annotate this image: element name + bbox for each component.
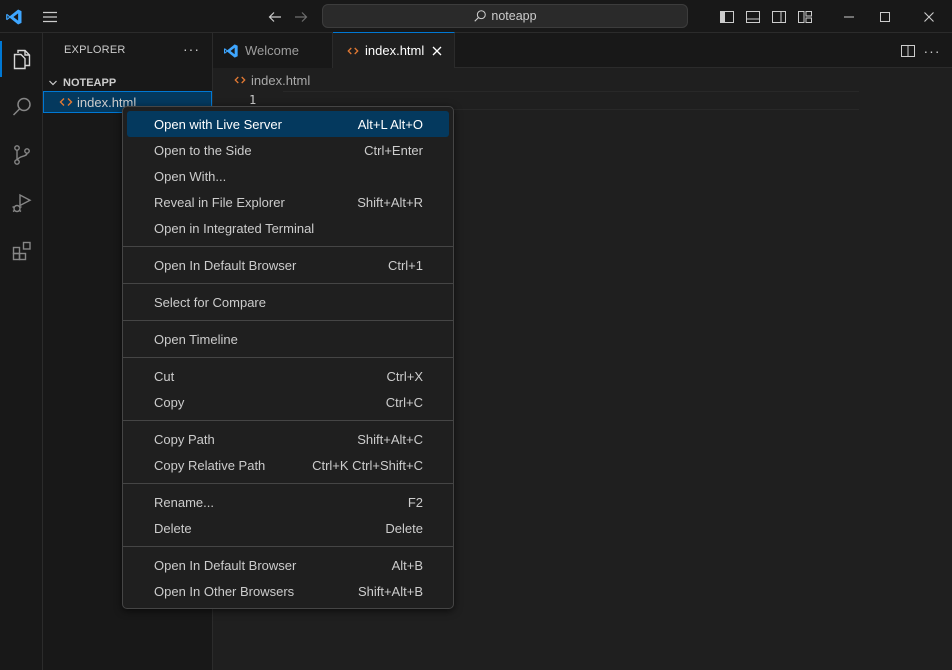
menu-separator	[123, 283, 453, 284]
html-file-icon	[234, 74, 246, 86]
close-tab-icon[interactable]	[431, 45, 443, 57]
vscode-logo-icon	[2, 0, 26, 33]
menu-item-open-timeline[interactable]: Open Timeline	[127, 326, 449, 352]
command-center-search[interactable]: noteapp	[322, 4, 688, 28]
menu-item-label: Reveal in File Explorer	[154, 194, 285, 210]
menu-item-open-to-the-side[interactable]: Open to the Side Ctrl+Enter	[127, 137, 449, 163]
menu-item-shortcut: Alt+B	[391, 557, 423, 573]
menu-item-label: Cut	[154, 368, 175, 384]
explorer-icon[interactable]	[0, 35, 43, 83]
menu-item-copy-relative-path[interactable]: Copy Relative Path Ctrl+K Ctrl+Shift+C	[127, 452, 449, 478]
toggle-primary-sidebar-icon[interactable]	[716, 0, 738, 33]
menu-icon[interactable]	[38, 0, 62, 33]
menu-item-label: Open Timeline	[154, 331, 238, 347]
folder-name: NOTEAPP	[63, 77, 117, 89]
menu-item-label: Open In Other Browsers	[154, 583, 295, 599]
menu-item-label: Open to the Side	[154, 142, 252, 158]
menu-item-open-in-default-browser[interactable]: Open In Default Browser Ctrl+1	[127, 252, 449, 278]
menu-item-label: Open with Live Server	[154, 116, 282, 132]
search-icon	[473, 9, 487, 23]
sidebar-title: EXPLORER	[64, 44, 126, 56]
activity-bar	[0, 33, 43, 670]
menu-item-shortcut: Shift+Alt+C	[357, 431, 423, 447]
menu-item-copy[interactable]: Copy Ctrl+C	[127, 389, 449, 415]
vscode-logo-icon	[223, 43, 239, 59]
menu-item-label: Open In Default Browser	[154, 557, 297, 573]
menu-item-shortcut: Ctrl+X	[386, 368, 423, 384]
close-icon[interactable]	[906, 0, 952, 33]
menu-item-shortcut: Ctrl+C	[385, 394, 423, 410]
menu-item-copy-path[interactable]: Copy Path Shift+Alt+C	[127, 426, 449, 452]
menu-item-label: Delete	[154, 520, 192, 536]
menu-separator	[123, 546, 453, 547]
menu-separator	[123, 483, 453, 484]
menu-item-label: Rename...	[154, 494, 214, 510]
menu-item-open-in-other-browsers[interactable]: Open In Other Browsers Shift+Alt+B	[127, 578, 449, 604]
menu-item-label: Open In Default Browser	[154, 257, 297, 273]
title-bar: noteapp	[0, 0, 952, 33]
split-editor-icon[interactable]	[897, 33, 919, 68]
line-number: 1	[249, 93, 257, 107]
menu-item-open-with-live-server[interactable]: Open with Live Server Alt+L Alt+O	[127, 111, 449, 137]
breadcrumb-file[interactable]: index.html	[251, 73, 310, 88]
run-debug-icon[interactable]	[0, 179, 43, 227]
toggle-secondary-sidebar-icon[interactable]	[768, 0, 790, 33]
tab-label: index.html	[365, 43, 425, 58]
menu-item-label: Open in Integrated Terminal	[154, 220, 315, 236]
chevron-down-icon	[43, 78, 63, 88]
source-control-icon[interactable]	[0, 131, 43, 179]
search-text: noteapp	[491, 9, 537, 23]
menu-item-reveal-in-file-explorer[interactable]: Reveal in File Explorer Shift+Alt+R	[127, 189, 449, 215]
menu-item-shortcut: Delete	[385, 520, 423, 536]
menu-item-rename[interactable]: Rename... F2	[127, 489, 449, 515]
more-actions-icon[interactable]: ···	[921, 33, 943, 68]
customize-layout-icon[interactable]	[794, 0, 816, 33]
breadcrumb: index.html	[213, 69, 952, 91]
html-file-icon	[347, 45, 359, 57]
menu-item-shortcut: Ctrl+1	[387, 257, 423, 273]
menu-separator	[123, 246, 453, 247]
toggle-panel-icon[interactable]	[742, 0, 764, 33]
menu-item-label: Copy	[154, 394, 185, 410]
back-arrow-icon[interactable]	[264, 0, 286, 33]
tab-index-html[interactable]: index.html	[333, 32, 455, 68]
menu-item-shortcut: Shift+Alt+B	[357, 583, 423, 599]
menu-separator	[123, 357, 453, 358]
menu-item-delete[interactable]: Delete Delete	[127, 515, 449, 541]
menu-separator	[123, 420, 453, 421]
menu-separator	[123, 320, 453, 321]
menu-item-select-for-compare[interactable]: Select for Compare	[127, 289, 449, 315]
menu-item-shortcut: Ctrl+Enter	[364, 142, 423, 158]
menu-item-open-in-integrated-terminal[interactable]: Open in Integrated Terminal	[127, 215, 449, 241]
extensions-icon[interactable]	[0, 227, 43, 275]
tab-welcome[interactable]: Welcome	[213, 33, 333, 68]
editor-tabs: Welcome index.html ···	[213, 32, 952, 68]
more-actions-icon[interactable]: ···	[183, 41, 200, 57]
menu-item-shortcut: F2	[407, 494, 423, 510]
html-file-icon	[59, 95, 73, 109]
menu-item-label: Copy Path	[154, 431, 215, 447]
maximize-icon[interactable]	[862, 0, 908, 33]
menu-item-shortcut: Alt+L Alt+O	[357, 116, 423, 132]
menu-item-label: Open With...	[154, 168, 227, 184]
menu-item-label: Select for Compare	[154, 294, 266, 310]
menu-item-cut[interactable]: Cut Ctrl+X	[127, 363, 449, 389]
forward-arrow-icon[interactable]	[290, 0, 312, 33]
menu-item-open-in-default-browser[interactable]: Open In Default Browser Alt+B	[127, 552, 449, 578]
search-icon[interactable]	[0, 83, 43, 131]
tab-label: Welcome	[245, 43, 299, 58]
menu-item-shortcut: Shift+Alt+R	[357, 194, 423, 210]
menu-item-label: Copy Relative Path	[154, 457, 266, 473]
menu-item-open-with[interactable]: Open With...	[127, 163, 449, 189]
context-menu: Open with Live Server Alt+L Alt+O Open to …	[122, 106, 454, 609]
menu-item-shortcut: Ctrl+K Ctrl+Shift+C	[312, 457, 423, 473]
